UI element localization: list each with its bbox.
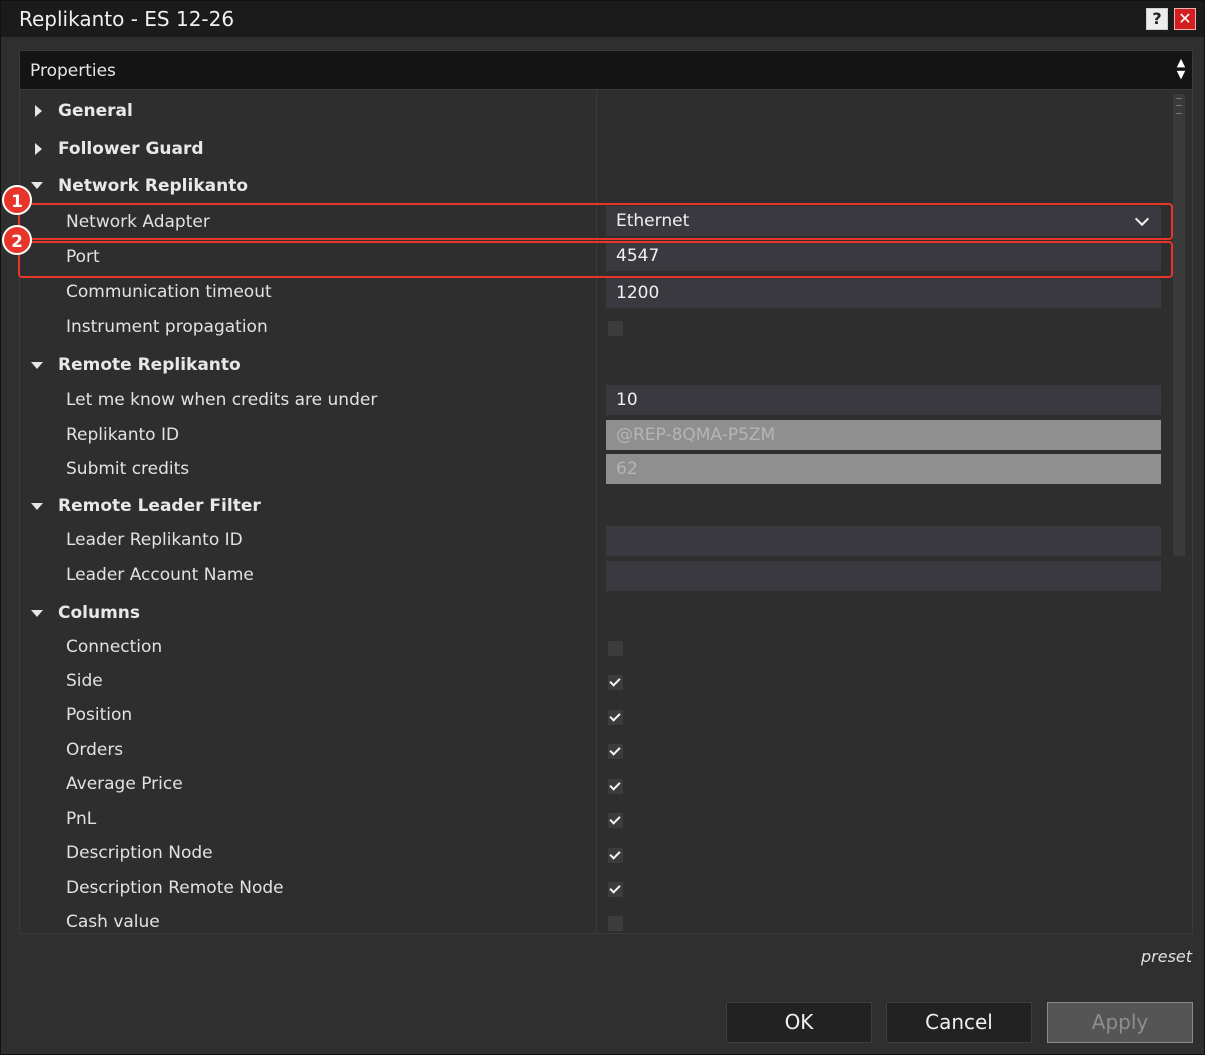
credits-alert-input[interactable]: 10	[606, 385, 1161, 415]
close-button[interactable]: ✕	[1174, 8, 1196, 30]
property-submit-credits: Submit credits 62	[20, 453, 1170, 487]
column-label: Average Price	[66, 774, 183, 794]
properties-title: Properties	[30, 61, 116, 81]
category-general[interactable]: General	[20, 90, 1170, 130]
property-credits-alert: Let me know when credits are under 10	[20, 384, 1170, 418]
submit-credits-field: 62	[606, 454, 1161, 484]
column-label: Description Node	[66, 843, 213, 863]
column-row: PnL	[20, 804, 1170, 838]
category-remote-replikanto[interactable]: Remote Replikanto	[20, 346, 1170, 384]
ok-button[interactable]: OK	[726, 1002, 872, 1043]
category-label: Remote Leader Filter	[58, 496, 261, 516]
column-label: Connection	[66, 637, 163, 657]
collapse-arrow-icon[interactable]	[31, 182, 43, 189]
leader-replikanto-id-label: Leader Replikanto ID	[66, 530, 243, 550]
expand-arrow-icon[interactable]	[35, 105, 42, 117]
column-checkbox[interactable]	[608, 848, 623, 863]
column-label: Side	[66, 671, 103, 691]
column-label: Cash value	[66, 912, 160, 932]
column-label: PnL	[66, 809, 97, 829]
column-checkbox[interactable]	[608, 641, 623, 656]
leader-account-name-input[interactable]	[606, 561, 1161, 591]
column-row: Orders	[20, 735, 1170, 769]
highlight-box-port	[18, 241, 1173, 278]
replikanto-id-label: Replikanto ID	[66, 425, 180, 445]
leader-account-name-label: Leader Account Name	[66, 565, 254, 585]
communication-timeout-label: Communication timeout	[66, 282, 272, 302]
column-checkbox[interactable]	[608, 779, 623, 794]
column-row: Connection	[20, 631, 1170, 666]
vertical-scrollbar[interactable]	[1173, 94, 1185, 556]
title-bar[interactable]: Replikanto - ES 12-26 ? ✕	[1, 1, 1204, 37]
property-instrument-propagation: Instrument propagation	[20, 309, 1170, 344]
properties-header: Properties ▲ ▼	[19, 50, 1193, 90]
column-row: Side	[20, 666, 1170, 700]
sort-arrows-icon[interactable]: ▲ ▼	[1176, 57, 1186, 81]
column-checkbox[interactable]	[608, 744, 623, 759]
category-label: General	[58, 101, 133, 121]
leader-replikanto-id-input[interactable]	[606, 526, 1161, 556]
expand-arrow-icon[interactable]	[35, 143, 42, 155]
instrument-propagation-checkbox[interactable]	[608, 321, 623, 336]
apply-button[interactable]: Apply	[1047, 1002, 1193, 1043]
column-row: Description Remote Node	[20, 873, 1170, 907]
scroll-grip-icon	[1176, 98, 1182, 114]
property-leader-account-name: Leader Account Name	[20, 560, 1170, 595]
window-title: Replikanto - ES 12-26	[19, 7, 235, 31]
category-label: Network Replikanto	[58, 176, 249, 196]
annotation-badge: 2	[2, 225, 32, 255]
category-columns[interactable]: Columns	[20, 595, 1170, 631]
column-row: Position	[20, 700, 1170, 735]
instrument-propagation-label: Instrument propagation	[66, 317, 268, 337]
category-label: Columns	[58, 603, 141, 623]
highlight-box-network-adapter	[18, 203, 1173, 240]
properties-window: Replikanto - ES 12-26 ? ✕ Properties ▲ ▼ …	[0, 0, 1205, 1055]
column-row: Description Node	[20, 838, 1170, 873]
replikanto-id-field: @REP-8QMA-P5ZM	[606, 420, 1161, 450]
credits-alert-label: Let me know when credits are under	[66, 390, 378, 410]
column-row: Cash value	[20, 907, 1170, 933]
column-checkbox[interactable]	[608, 916, 623, 931]
column-row: Average Price	[20, 769, 1170, 804]
help-button[interactable]: ?	[1146, 8, 1168, 30]
property-communication-timeout: Communication timeout 1200	[20, 274, 1170, 309]
category-network-replikanto[interactable]: Network Replikanto	[20, 168, 1170, 204]
annotation-badge: 1	[2, 185, 32, 215]
column-label: Description Remote Node	[66, 878, 284, 898]
preset-link[interactable]: preset	[1141, 947, 1192, 966]
property-replikanto-id: Replikanto ID @REP-8QMA-P5ZM	[20, 418, 1170, 453]
category-label: Remote Replikanto	[58, 355, 241, 375]
column-label: Orders	[66, 740, 124, 760]
column-checkbox[interactable]	[608, 882, 623, 897]
property-leader-replikanto-id: Leader Replikanto ID	[20, 525, 1170, 560]
category-follower-guard[interactable]: Follower Guard	[20, 130, 1170, 168]
column-checkbox[interactable]	[608, 675, 623, 690]
category-remote-leader-filter[interactable]: Remote Leader Filter	[20, 487, 1170, 525]
submit-credits-label: Submit credits	[66, 459, 190, 479]
communication-timeout-input[interactable]: 1200	[606, 278, 1161, 308]
category-label: Follower Guard	[58, 139, 204, 159]
collapse-arrow-icon[interactable]	[31, 362, 43, 369]
cancel-button[interactable]: Cancel	[886, 1002, 1032, 1043]
collapse-arrow-icon[interactable]	[31, 610, 43, 617]
column-label: Position	[66, 705, 133, 725]
column-checkbox[interactable]	[608, 813, 623, 828]
column-checkbox[interactable]	[608, 710, 623, 725]
collapse-arrow-icon[interactable]	[31, 503, 43, 510]
